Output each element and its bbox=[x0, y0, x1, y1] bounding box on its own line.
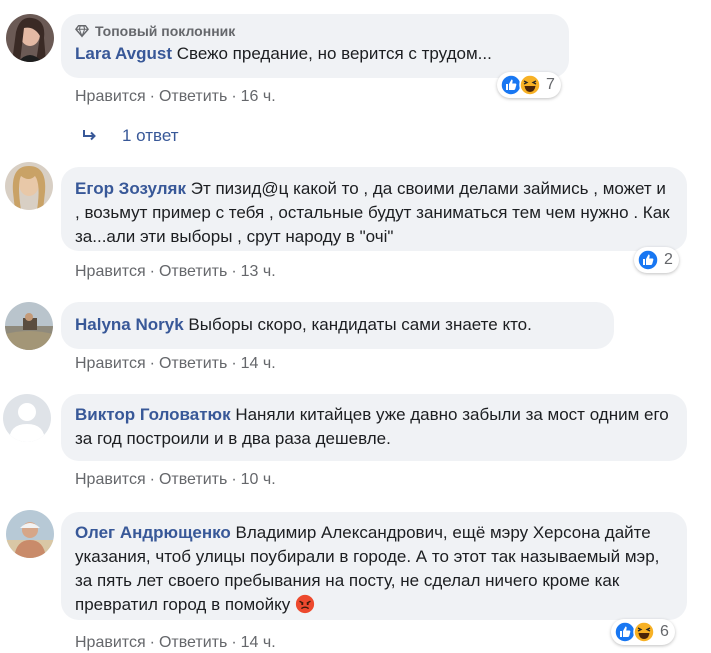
reply-link[interactable]: Ответить bbox=[159, 88, 227, 105]
comment-author[interactable]: Halyna Noryk bbox=[75, 315, 184, 334]
reply-link[interactable]: Ответить bbox=[159, 471, 227, 488]
reply-link[interactable]: Ответить bbox=[159, 263, 227, 280]
reactions-summary[interactable]: 2 bbox=[634, 247, 679, 273]
reaction-count: 6 bbox=[660, 623, 669, 640]
reply-link[interactable]: Ответить bbox=[159, 634, 227, 651]
badge-label: Топовый поклонник bbox=[95, 23, 236, 39]
comment-bubble: Топовый поклонник Lara Avgust Свежо пред… bbox=[61, 14, 569, 78]
diamond-icon bbox=[75, 25, 89, 38]
reaction-count: 2 bbox=[664, 251, 673, 268]
comment-bubble: Егор Зозуляк Эт пизид@ц какой то , да св… bbox=[61, 167, 687, 251]
reply-arrow-icon bbox=[83, 130, 96, 141]
top-fan-badge: Топовый поклонник bbox=[75, 22, 555, 40]
comment-timestamp[interactable]: 13 ч. bbox=[241, 263, 276, 280]
view-replies-link[interactable]: 1 ответ bbox=[82, 126, 179, 146]
reactions-summary[interactable]: 7 bbox=[497, 72, 561, 98]
like-link[interactable]: Нравится bbox=[75, 471, 146, 488]
reply-link[interactable]: Ответить bbox=[159, 355, 227, 372]
like-link[interactable]: Нравится bbox=[75, 263, 146, 280]
reaction-count: 7 bbox=[546, 76, 555, 93]
replies-count-label[interactable]: 1 ответ bbox=[122, 126, 179, 146]
comment-author[interactable]: Lara Avgust bbox=[75, 44, 172, 63]
avatar[interactable] bbox=[6, 14, 54, 62]
comment-bubble: Виктор Головатюк Наняли китайцев уже дав… bbox=[61, 394, 687, 461]
avatar[interactable] bbox=[5, 162, 53, 210]
comment-actions: Нравится · Ответить · 10 ч. bbox=[75, 471, 276, 488]
haha-reaction-icon bbox=[633, 621, 655, 643]
like-link[interactable]: Нравится bbox=[75, 88, 146, 105]
comment-timestamp[interactable]: 14 ч. bbox=[241, 355, 276, 372]
angry-emoji-icon bbox=[295, 594, 315, 614]
like-reaction-icon bbox=[637, 249, 659, 271]
comment-bubble: Halyna Noryk Выборы скоро, кандидаты сам… bbox=[61, 302, 614, 349]
comment-text: Свежо предание, но верится с трудом... bbox=[176, 44, 492, 63]
comment-timestamp[interactable]: 16 ч. bbox=[241, 88, 276, 105]
like-link[interactable]: Нравится bbox=[75, 634, 146, 651]
reactions-summary[interactable]: 6 bbox=[611, 619, 675, 645]
avatar[interactable] bbox=[3, 394, 51, 442]
avatar[interactable] bbox=[6, 510, 54, 558]
comment-actions: Нравится · Ответить · 16 ч. bbox=[75, 88, 276, 105]
comment-actions: Нравится · Ответить · 14 ч. bbox=[75, 355, 276, 372]
comment-author[interactable]: Егор Зозуляк bbox=[75, 179, 186, 198]
comment-author[interactable]: Олег Андрющенко bbox=[75, 523, 231, 542]
comment-actions: Нравится · Ответить · 14 ч. bbox=[75, 634, 276, 651]
comment-actions: Нравится · Ответить · 13 ч. bbox=[75, 263, 276, 280]
like-link[interactable]: Нравится bbox=[75, 355, 146, 372]
comment-bubble: Олег Андрющенко Владимир Александрович, … bbox=[61, 512, 687, 620]
comment-author[interactable]: Виктор Головатюк bbox=[75, 405, 231, 424]
comment-timestamp[interactable]: 10 ч. bbox=[241, 471, 276, 488]
comment-timestamp[interactable]: 14 ч. bbox=[241, 634, 276, 651]
avatar[interactable] bbox=[5, 302, 53, 350]
comment-text: Выборы скоро, кандидаты сами знаете кто. bbox=[188, 315, 532, 334]
haha-reaction-icon bbox=[519, 74, 541, 96]
